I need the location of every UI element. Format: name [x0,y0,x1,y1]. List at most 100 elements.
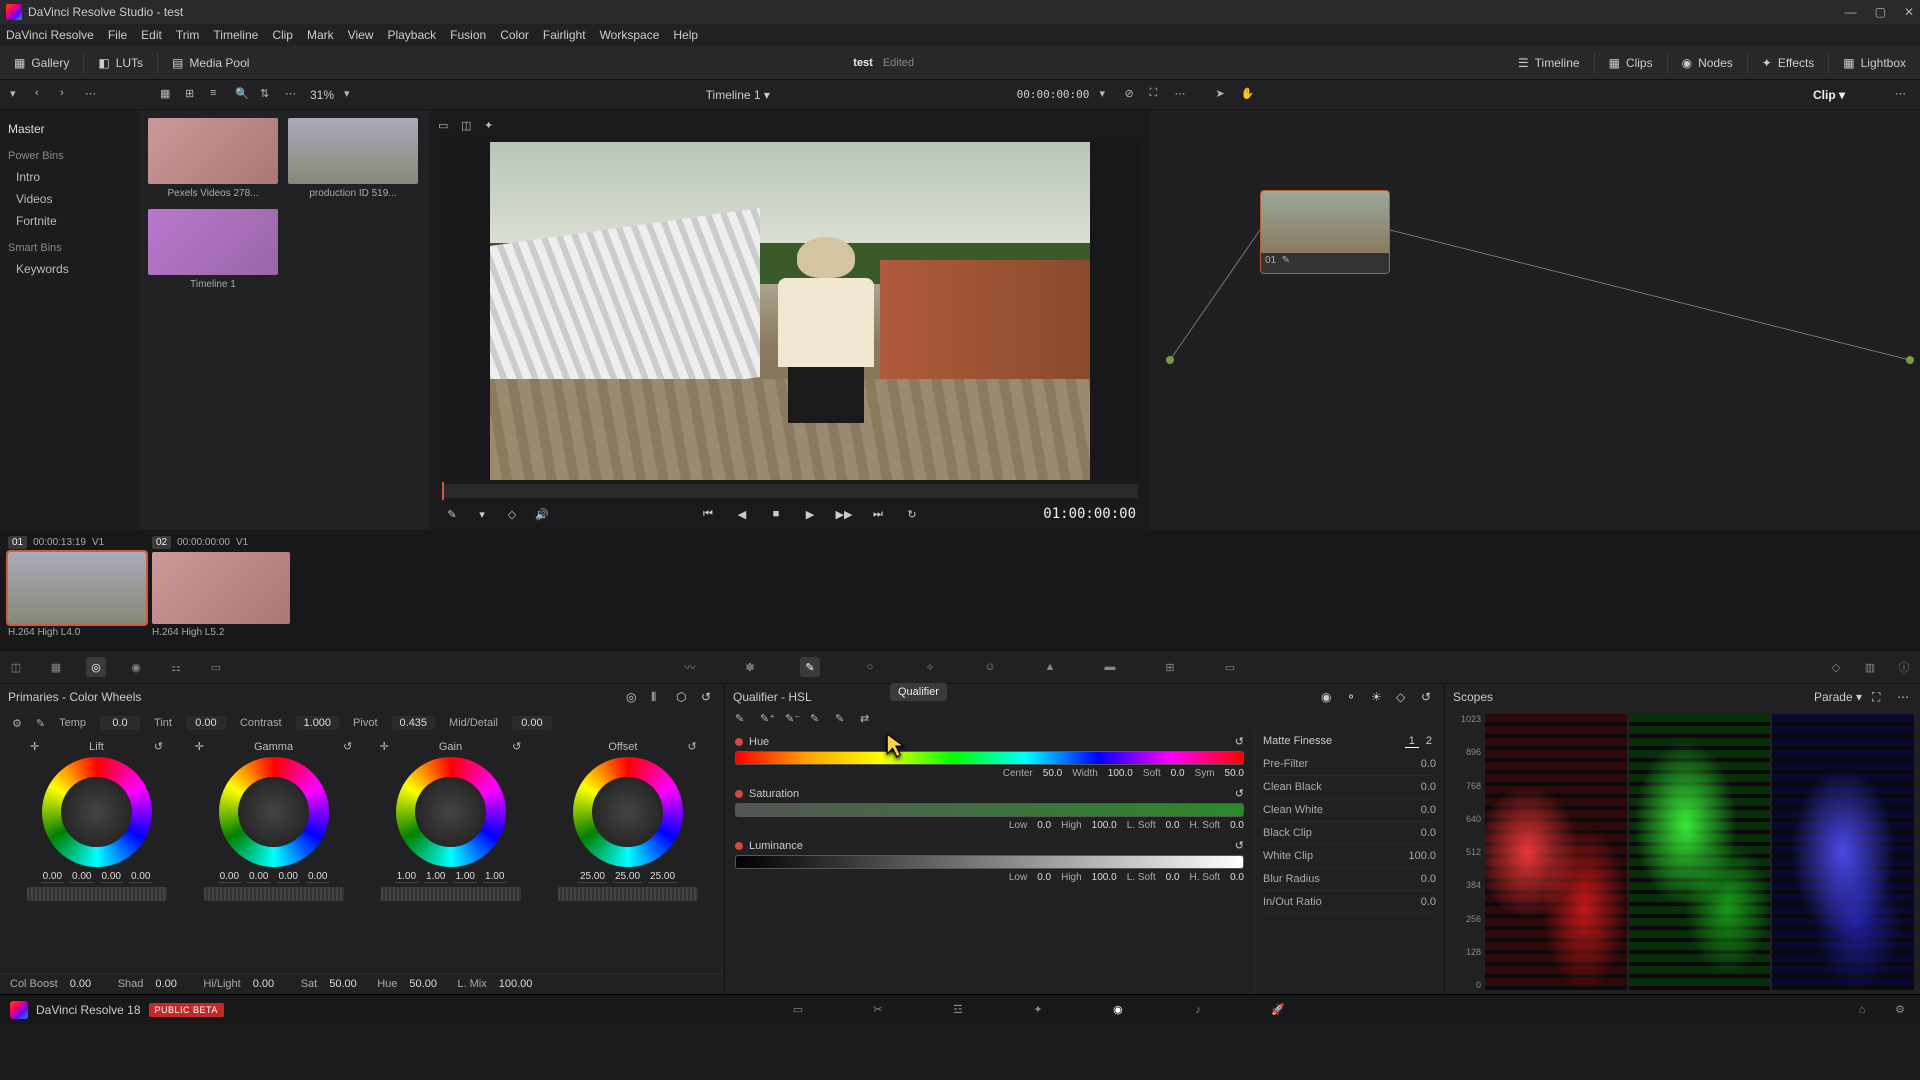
effects-button[interactable]: ✦Effects [1758,54,1819,72]
keyframe-icon[interactable]: ◇ [1826,657,1846,677]
hsl-icon[interactable]: ◉ [1321,690,1336,705]
chevron-down-icon[interactable]: ▾ [474,508,490,521]
fusion-page-icon[interactable]: ✦ [1028,1000,1048,1020]
timeline-button[interactable]: ☰Timeline [1514,54,1584,72]
hdr-icon[interactable]: ◉ [126,657,146,677]
menu-item[interactable]: File [108,28,127,42]
shad-value[interactable]: 0.00 [155,978,191,990]
hue-bar[interactable] [735,751,1244,765]
qualifier-icon[interactable]: ✎ [800,657,820,677]
maximize-button[interactable]: ▢ [1875,5,1886,19]
deliver-page-icon[interactable]: 🚀 [1268,1000,1288,1020]
pivot-value[interactable]: 0.435 [392,716,436,730]
sat-bar[interactable] [735,803,1244,817]
lum-icon[interactable]: ☀ [1371,690,1386,705]
md-value[interactable]: 0.00 [512,716,552,730]
media-page-icon[interactable]: ▭ [788,1000,808,1020]
menu-item[interactable]: DaVinci Resolve [6,28,94,42]
view-grid-icon[interactable]: ⊞ [185,87,200,102]
tracker-icon[interactable]: ✧ [920,657,940,677]
last-frame-button[interactable]: ⏭ [870,508,886,521]
invert-icon[interactable]: ⇄ [860,712,875,727]
pointer-icon[interactable]: ➤ [1215,87,1230,102]
lightbox-button[interactable]: ▦Lightbox [1839,54,1910,72]
bars-mode-icon[interactable]: ⦀ [651,690,666,705]
motion-icon[interactable]: ▭ [206,657,226,677]
viewer-timecode[interactable]: 00:00:00:00 [1017,88,1090,101]
bin-item[interactable]: Videos [0,188,140,210]
settings-icon[interactable]: ⚙ [1890,1000,1910,1020]
thumbnail[interactable]: Pexels Videos 278... [148,118,278,199]
magic-mask-icon[interactable]: ☺ [980,657,1000,677]
menu-item[interactable]: Color [500,28,529,42]
sat-value[interactable]: 50.00 [329,978,365,990]
warper-icon[interactable]: ✽ [740,657,760,677]
offset-wheel[interactable]: Offset↺ 25.0025.0025.00 [553,740,703,901]
bin-item[interactable]: Keywords [0,258,140,280]
hilight-value[interactable]: 0.00 [253,978,289,990]
timeline-name[interactable]: Timeline 1 ▾ [469,88,1007,102]
window-icon[interactable]: ○ [860,657,880,677]
chevron-down-icon[interactable]: ▾ [1099,87,1114,102]
first-frame-button[interactable]: ⏮ [700,508,716,521]
menu-item[interactable]: Edit [141,28,162,42]
menu-item[interactable]: View [348,28,374,42]
picker-icon[interactable]: ✎ [735,712,750,727]
node-graph[interactable]: 01 ✎ [1150,110,1920,530]
nav-prev-icon[interactable]: ‹ [35,87,50,102]
more-icon[interactable]: ⋯ [1174,87,1189,102]
picker-add-icon[interactable]: ✎⁺ [760,712,775,727]
reset-icon[interactable]: ↺ [701,690,716,705]
lmix-value[interactable]: 100.00 [499,978,535,990]
camera-raw-icon[interactable]: ◫ [6,657,26,677]
node-01[interactable]: 01 ✎ [1260,190,1390,274]
luts-button[interactable]: ◧LUTs [94,54,147,72]
wheels-mode-icon[interactable]: ◎ [626,690,641,705]
node-output[interactable] [1906,356,1914,364]
picker-icon[interactable]: ✎ [444,508,460,521]
node-input[interactable] [1166,356,1174,364]
menu-item[interactable]: Playback [387,28,436,42]
log-mode-icon[interactable]: ⬡ [676,690,691,705]
hand-icon[interactable]: ✋ [1240,87,1255,102]
sizing-icon[interactable]: ⊞ [1160,657,1180,677]
scopes-mode[interactable]: Parade ▾ [1814,690,1862,705]
contrast-value[interactable]: 1.000 [296,716,340,730]
audio-icon[interactable]: 🔊 [534,508,550,521]
loop-button[interactable]: ↻ [904,508,920,521]
feather-add-icon[interactable]: ✎ [810,712,825,727]
clips-button[interactable]: ▦Clips [1605,54,1657,72]
lift-wheel[interactable]: ✛Lift↺ 0.000.000.000.00 [22,740,172,901]
feather-sub-icon[interactable]: ✎ [835,712,850,727]
menu-item[interactable]: Timeline [213,28,258,42]
search-icon[interactable]: 🔍 [235,87,250,102]
clip-thumb[interactable]: 0200:00:00:00V1 H.264 High L5.2 [152,536,290,644]
colboost-value[interactable]: 0.00 [70,978,106,990]
scopes-icon[interactable]: ▥ [1860,657,1880,677]
menu-item[interactable]: Clip [272,28,293,42]
dropdown-icon[interactable]: ▾ [10,87,25,102]
thumbnail[interactable]: production ID 519... [288,118,418,199]
picker-sub-icon[interactable]: ✎⁻ [785,712,800,727]
hue-value[interactable]: 50.00 [409,978,445,990]
clip-mode[interactable]: Clip ▾ [1813,88,1845,102]
chevron-down-icon[interactable]: ▾ [344,87,359,102]
menu-item[interactable]: Fusion [450,28,486,42]
view-icon[interactable]: ◇ [504,508,520,521]
lum-bar[interactable] [735,855,1244,869]
menu-item[interactable]: Trim [176,28,200,42]
home-icon[interactable]: ⌂ [1852,1000,1872,1020]
info-icon[interactable]: ⓘ [1894,657,1914,677]
reset-icon[interactable]: ↺ [1421,690,1436,705]
fairlight-page-icon[interactable]: ♪ [1188,1000,1208,1020]
gain-wheel[interactable]: ✛Gain↺ 1.001.001.001.00 [376,740,526,901]
key-icon[interactable]: ▬ [1100,657,1120,677]
3d-icon[interactable]: ▭ [1220,657,1240,677]
view-list-icon[interactable]: ≡ [210,87,225,102]
next-frame-button[interactable]: ▶▶ [836,508,852,521]
nav-next-icon[interactable]: › [60,87,75,102]
bypass-icon[interactable]: ⊘ [1124,87,1139,102]
highlight-icon[interactable]: ▭ [438,119,453,134]
expand-icon[interactable]: ⛶ [1872,690,1887,705]
minimize-button[interactable]: — [1845,5,1857,19]
